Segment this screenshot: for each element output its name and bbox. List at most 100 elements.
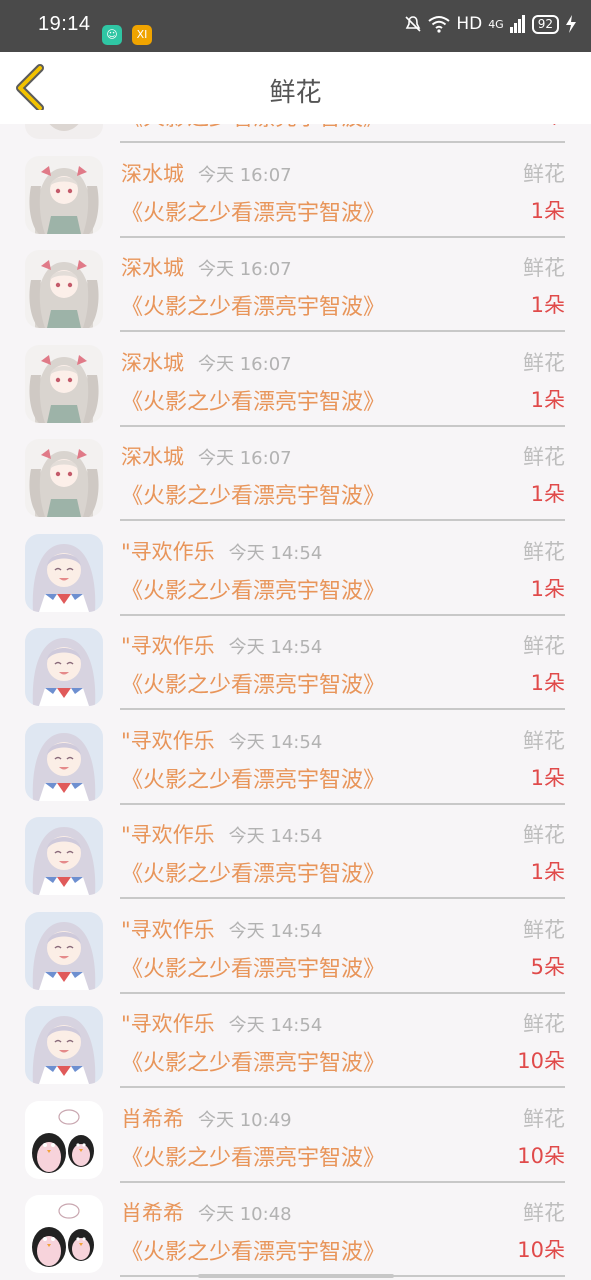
list-item[interactable]: "寻欢作乐 今天 14:54 《火影之少看漂亮宇智波》 鲜花 1朵	[0, 522, 591, 617]
book-title: 《火影之少看漂亮宇智波》	[121, 1145, 386, 1171]
user-name-line: 深水城 今天 16:07	[121, 158, 292, 188]
page-title: 鲜花	[269, 78, 322, 108]
list-item[interactable]: "寻欢作乐 今天 14:54 《火影之少看漂亮宇智波》 鲜花 1朵	[0, 616, 591, 711]
gift-time: 今天 14:54	[228, 920, 323, 942]
user-avatar[interactable]	[25, 250, 103, 328]
gift-count: 10朵	[517, 1238, 565, 1262]
list-item[interactable]: "寻欢作乐 今天 14:54 《火影之少看漂亮宇智波》 鲜花 10朵	[0, 994, 591, 1089]
gift-count: 1朵	[530, 576, 565, 601]
book-title: 《火影之少看漂亮宇智波》	[121, 862, 386, 887]
gift-type: 鲜花	[523, 350, 565, 375]
mute-bell-icon	[405, 16, 421, 32]
gift-time: 今天 16:07	[198, 353, 292, 375]
book-title: 《火影之少看漂亮宇智波》	[121, 1240, 386, 1265]
gift-count: 10朵	[517, 1143, 565, 1168]
gift-time: 今天 16:07	[198, 164, 292, 186]
network-hd-label: HD	[456, 14, 483, 34]
app-notification-icon: ☺	[102, 25, 122, 45]
book-title: 《火影之少看漂亮宇智波》	[121, 484, 386, 509]
gift-count: 1朵	[530, 198, 565, 223]
book-title: 《火影之少看漂亮宇智波》	[121, 767, 386, 793]
book-title: 《火影之少看漂亮宇智波》	[121, 389, 386, 415]
gift-count: 1朵	[530, 671, 565, 695]
user-avatar[interactable]	[25, 439, 103, 517]
gift-type: 鲜花	[523, 161, 565, 186]
status-bar: 19:14 ☺ XI HD 4G 92	[0, 0, 591, 52]
gift-list[interactable]: 《火影之少看漂亮宇智波》 1朵 深水城今天 16:07《火影之少看漂亮宇智波》鲜…	[0, 124, 591, 1280]
gift-type: 鲜花	[523, 539, 565, 564]
gift-count: 1朵	[530, 293, 565, 317]
user-avatar[interactable]	[25, 1100, 103, 1179]
list-item[interactable]: 肖希希 今天 10:48 《火影之少看漂亮宇智波》 鲜花 10朵	[0, 1183, 591, 1278]
user-avatar[interactable]	[25, 722, 103, 801]
user-avatar[interactable]	[25, 911, 103, 990]
gift-type: 鲜花	[523, 823, 565, 847]
wifi-icon	[428, 16, 450, 33]
user-avatar[interactable]	[25, 533, 103, 612]
user-avatar[interactable]	[25, 344, 103, 423]
list-item[interactable]: 深水城 今天 16:07 《火影之少看漂亮宇智波》 鲜花 1朵	[0, 427, 591, 522]
list-item[interactable]: "寻欢作乐 今天 14:54 《火影之少看漂亮宇智波》 鲜花 1朵	[0, 805, 591, 900]
gift-type: 鲜花	[523, 917, 565, 942]
gift-time: 今天 16:07	[198, 448, 292, 469]
user-name[interactable]: 深水城	[121, 351, 184, 375]
list-item[interactable]: "寻欢作乐 今天 14:54 《火影之少看漂亮宇智波》 鲜花 5朵	[0, 900, 591, 995]
user-name[interactable]: 深水城	[121, 162, 184, 186]
user-name-line: 深水城 今天 16:07	[121, 441, 292, 471]
book-title: 《火影之少看漂亮宇智波》	[121, 200, 386, 226]
user-name-line: "寻欢作乐 今天 14:54	[121, 536, 322, 566]
list-item[interactable]: 《火影之少看漂亮宇智波》 1朵	[0, 124, 591, 144]
gift-time: 今天 14:54	[228, 542, 323, 564]
user-name[interactable]: 肖希希	[121, 1201, 184, 1225]
user-avatar[interactable]	[25, 1006, 103, 1084]
user-name-line: "寻欢作乐 今天 14:54	[121, 914, 322, 944]
user-name[interactable]: 深水城	[121, 445, 184, 469]
gift-time: 今天 10:49	[198, 1109, 292, 1131]
user-name-line: "寻欢作乐 今天 14:54	[121, 819, 322, 849]
list-item[interactable]: 深水城 今天 16:07 《火影之少看漂亮宇智波》 鲜花 1朵	[0, 238, 591, 333]
user-name[interactable]: "寻欢作乐	[121, 634, 215, 658]
gift-count: 1朵	[530, 765, 565, 790]
book-title: 《火影之少看漂亮宇智波》	[121, 578, 386, 604]
user-name-line: 肖希希 今天 10:48	[121, 1197, 292, 1227]
gift-time: 今天 14:54	[228, 1015, 323, 1036]
home-indicator	[198, 1274, 394, 1278]
book-title: 《火影之少看漂亮宇智波》	[121, 295, 386, 320]
gift-time: 今天 14:54	[228, 826, 323, 847]
gift-type: 鲜花	[523, 728, 565, 753]
user-name[interactable]: "寻欢作乐	[121, 540, 215, 564]
gift-count: 1朵	[530, 482, 565, 506]
book-title: 《火影之少看漂亮宇智波》	[121, 673, 386, 698]
status-indicators: HD 4G 92	[404, 14, 577, 34]
user-name[interactable]: 肖希希	[121, 1107, 184, 1131]
book-title: 《火影之少看漂亮宇智波》	[121, 956, 386, 982]
top-nav-bar: 鲜花	[0, 52, 591, 124]
user-name-line: 深水城 今天 16:07	[121, 252, 292, 282]
list-item[interactable]: "寻欢作乐 今天 14:54 《火影之少看漂亮宇智波》 鲜花 1朵	[0, 711, 591, 806]
gift-type: 鲜花	[523, 634, 565, 658]
gift-count: 1朵	[531, 124, 565, 130]
user-name-line: "寻欢作乐 今天 14:54	[121, 1008, 322, 1038]
user-avatar[interactable]	[25, 155, 103, 234]
user-name-line: 深水城 今天 16:07	[121, 347, 292, 377]
signal-bars-icon	[509, 15, 525, 33]
gift-type: 鲜花	[523, 256, 565, 280]
user-name[interactable]: "寻欢作乐	[121, 823, 215, 847]
user-name[interactable]: "寻欢作乐	[121, 918, 215, 942]
user-name[interactable]: "寻欢作乐	[121, 729, 215, 753]
user-avatar[interactable]	[25, 1195, 103, 1273]
user-name[interactable]: "寻欢作乐	[121, 1012, 215, 1036]
user-name[interactable]: 深水城	[121, 256, 184, 280]
list-item[interactable]: 深水城 今天 16:07 《火影之少看漂亮宇智波》 鲜花 1朵	[0, 333, 591, 428]
gift-time: 今天 10:48	[198, 1204, 292, 1225]
user-avatar	[25, 124, 103, 139]
signal-label: 4G	[488, 17, 504, 31]
list-item[interactable]: 深水城 今天 16:07 《火影之少看漂亮宇智波》 鲜花 1朵	[0, 144, 591, 239]
status-time: 19:14	[38, 13, 91, 35]
list-item[interactable]: 肖希希 今天 10:49 《火影之少看漂亮宇智波》 鲜花 10朵	[0, 1089, 591, 1184]
user-avatar[interactable]	[25, 628, 103, 706]
gift-count: 5朵	[530, 954, 565, 979]
user-avatar[interactable]	[25, 817, 103, 895]
gift-count: 1朵	[530, 387, 565, 412]
gift-type: 鲜花	[523, 1201, 565, 1225]
